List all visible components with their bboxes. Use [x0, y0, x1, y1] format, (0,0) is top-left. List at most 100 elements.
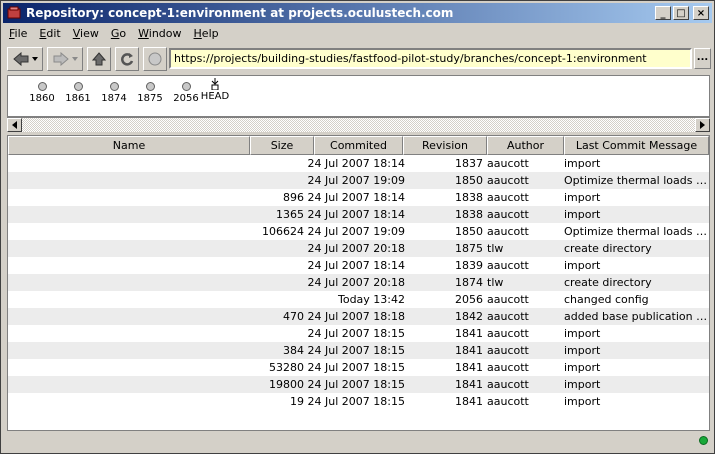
back-button[interactable]	[7, 47, 43, 71]
cell-commited: 24 Jul 2007 18:14	[307, 191, 405, 204]
cell-commited: 24 Jul 2007 18:15	[307, 361, 405, 374]
menu-go[interactable]: Go	[105, 27, 132, 40]
cell-author: aaucott	[487, 344, 529, 357]
window-title: Repository: concept-1:environment at pro…	[26, 6, 454, 20]
cell-author: aaucott	[487, 395, 529, 408]
cell-author: aaucott	[487, 174, 529, 187]
cell-last-commit-message: create directory	[564, 276, 652, 289]
cell-size: 896	[283, 191, 304, 204]
close-button[interactable]: ×	[693, 6, 709, 20]
cell-last-commit-message: added base publication info	[564, 310, 709, 323]
revision-dot-icon	[181, 82, 191, 91]
table-row[interactable]: +customer-reports24 Jul 2007 20:181875tl…	[8, 240, 709, 257]
menu-help[interactable]: Help	[188, 27, 225, 40]
up-button[interactable]	[87, 47, 111, 71]
maximize-icon: □	[676, 7, 686, 19]
cell-revision: 1841	[455, 327, 483, 340]
cell-revision: 1838	[455, 208, 483, 221]
table-row[interactable]: −thermal-loads24 Jul 2007 18:151841aauco…	[8, 325, 709, 342]
column-header-author[interactable]: Author	[487, 136, 564, 155]
scroll-right-icon	[700, 121, 705, 129]
status-bar	[3, 433, 712, 451]
url-input[interactable]: https://projects/building-studies/fastfo…	[169, 48, 692, 69]
table-row[interactable]: +engineering-reports24 Jul 2007 20:18187…	[8, 274, 709, 291]
timeline-revision[interactable]: 1874	[94, 82, 134, 104]
menu-file[interactable]: File	[3, 27, 33, 40]
table-row[interactable]: inputs.txt5328024 Jul 2007 18:151841aauc…	[8, 359, 709, 376]
timeline-revision[interactable]: 1860	[22, 82, 62, 104]
menu-window[interactable]: Window	[132, 27, 187, 40]
cell-commited: Today 13:42	[337, 293, 405, 306]
cell-author: tlw	[487, 276, 504, 289]
table-row[interactable]: execute-model.sh136524 Jul 2007 18:14183…	[8, 206, 709, 223]
stop-icon	[148, 52, 162, 66]
table-row[interactable]: execute-model.sh38424 Jul 2007 18:151841…	[8, 342, 709, 359]
table-row[interactable]: −building-envelope24 Jul 2007 19:091850a…	[8, 172, 709, 189]
back-icon	[12, 52, 28, 66]
cell-author: aaucott	[487, 378, 529, 391]
revision-dot-icon	[145, 82, 155, 91]
title-bar[interactable]: Repository: concept-1:environment at pro…	[3, 3, 712, 23]
cell-revision: 1841	[455, 344, 483, 357]
column-header-commited[interactable]: Commited	[314, 136, 403, 155]
timeline-scrollbar[interactable]	[7, 117, 710, 132]
table-row[interactable]: geometry.acad10662424 Jul 2007 19:091850…	[8, 223, 709, 240]
table-row[interactable]: mesh.grd1980024 Jul 2007 18:151841aaucot…	[8, 376, 709, 393]
timeline-revision[interactable]: 1875	[130, 82, 170, 104]
cell-author: aaucott	[487, 293, 529, 306]
minimize-button[interactable]: _	[655, 6, 671, 20]
table-row[interactable]: outputs.txt1924 Jul 2007 18:151841aaucot…	[8, 393, 709, 410]
forward-button[interactable]	[47, 47, 83, 71]
table-row[interactable]: +air-circulation24 Jul 2007 18:141837aau…	[8, 155, 709, 172]
cell-author: aaucott	[487, 361, 529, 374]
column-header-size[interactable]: Size	[250, 136, 314, 155]
refresh-button[interactable]	[115, 47, 139, 71]
stop-button[interactable]	[143, 47, 167, 71]
menu-view[interactable]: View	[67, 27, 105, 40]
table-row[interactable]: building-summary.xml89624 Jul 2007 18:14…	[8, 189, 709, 206]
timeline-revision[interactable]: 1861	[58, 82, 98, 104]
menu-edit[interactable]: Edit	[33, 27, 66, 40]
cell-last-commit-message: import	[564, 378, 601, 391]
cell-commited: 24 Jul 2007 18:14	[307, 259, 405, 272]
cell-author: aaucott	[487, 327, 529, 340]
table-row[interactable]: +economics24 Jul 2007 18:141839aaucottim…	[8, 257, 709, 274]
cell-commited: 24 Jul 2007 20:18	[307, 276, 405, 289]
cell-revision: 1875	[455, 242, 483, 255]
table-row[interactable]: +environmentToday 13:422056aaucottchange…	[8, 291, 709, 308]
cell-commited: 24 Jul 2007 18:15	[307, 327, 405, 340]
url-browse-button[interactable]: ...	[694, 48, 711, 69]
cell-last-commit-message: import	[564, 361, 601, 374]
revision-dot-icon	[73, 82, 83, 91]
cell-revision: 1850	[455, 225, 483, 238]
cell-size: 1365	[276, 208, 304, 221]
cell-revision: 1842	[455, 310, 483, 323]
maximize-button[interactable]: □	[673, 6, 689, 20]
timeline-head[interactable]: HEAD	[195, 78, 235, 102]
cell-revision: 1839	[455, 259, 483, 272]
cell-last-commit-message: Optimize thermal loads bas...	[564, 174, 709, 187]
scroll-left-button[interactable]	[7, 118, 22, 132]
column-header-name[interactable]: Name	[8, 136, 250, 155]
cell-author: tlw	[487, 242, 504, 255]
cell-revision: 1841	[455, 395, 483, 408]
column-header-last-commit-message[interactable]: Last Commit Message	[564, 136, 709, 155]
cell-commited: 24 Jul 2007 18:14	[307, 208, 405, 221]
scroll-right-button[interactable]	[695, 118, 710, 132]
cell-last-commit-message: import	[564, 327, 601, 340]
forward-icon	[53, 52, 69, 66]
scrollbar-track[interactable]	[22, 118, 695, 132]
revision-timeline: 1860 1861 1874 1875 2056 HEAD	[7, 75, 710, 117]
table-row[interactable]: idems-tag-info.xml47024 Jul 2007 18:1818…	[8, 308, 709, 325]
cell-commited: 24 Jul 2007 18:14	[307, 157, 405, 170]
up-icon	[92, 52, 106, 66]
cell-last-commit-message: import	[564, 344, 601, 357]
cell-size: 19	[290, 395, 304, 408]
cell-last-commit-message: import	[564, 259, 601, 272]
cell-size: 53280	[269, 361, 304, 374]
cell-last-commit-message: import	[564, 395, 601, 408]
cell-size: 384	[283, 344, 304, 357]
cell-author: aaucott	[487, 259, 529, 272]
column-header-revision[interactable]: Revision	[403, 136, 487, 155]
cell-revision: 1841	[455, 378, 483, 391]
